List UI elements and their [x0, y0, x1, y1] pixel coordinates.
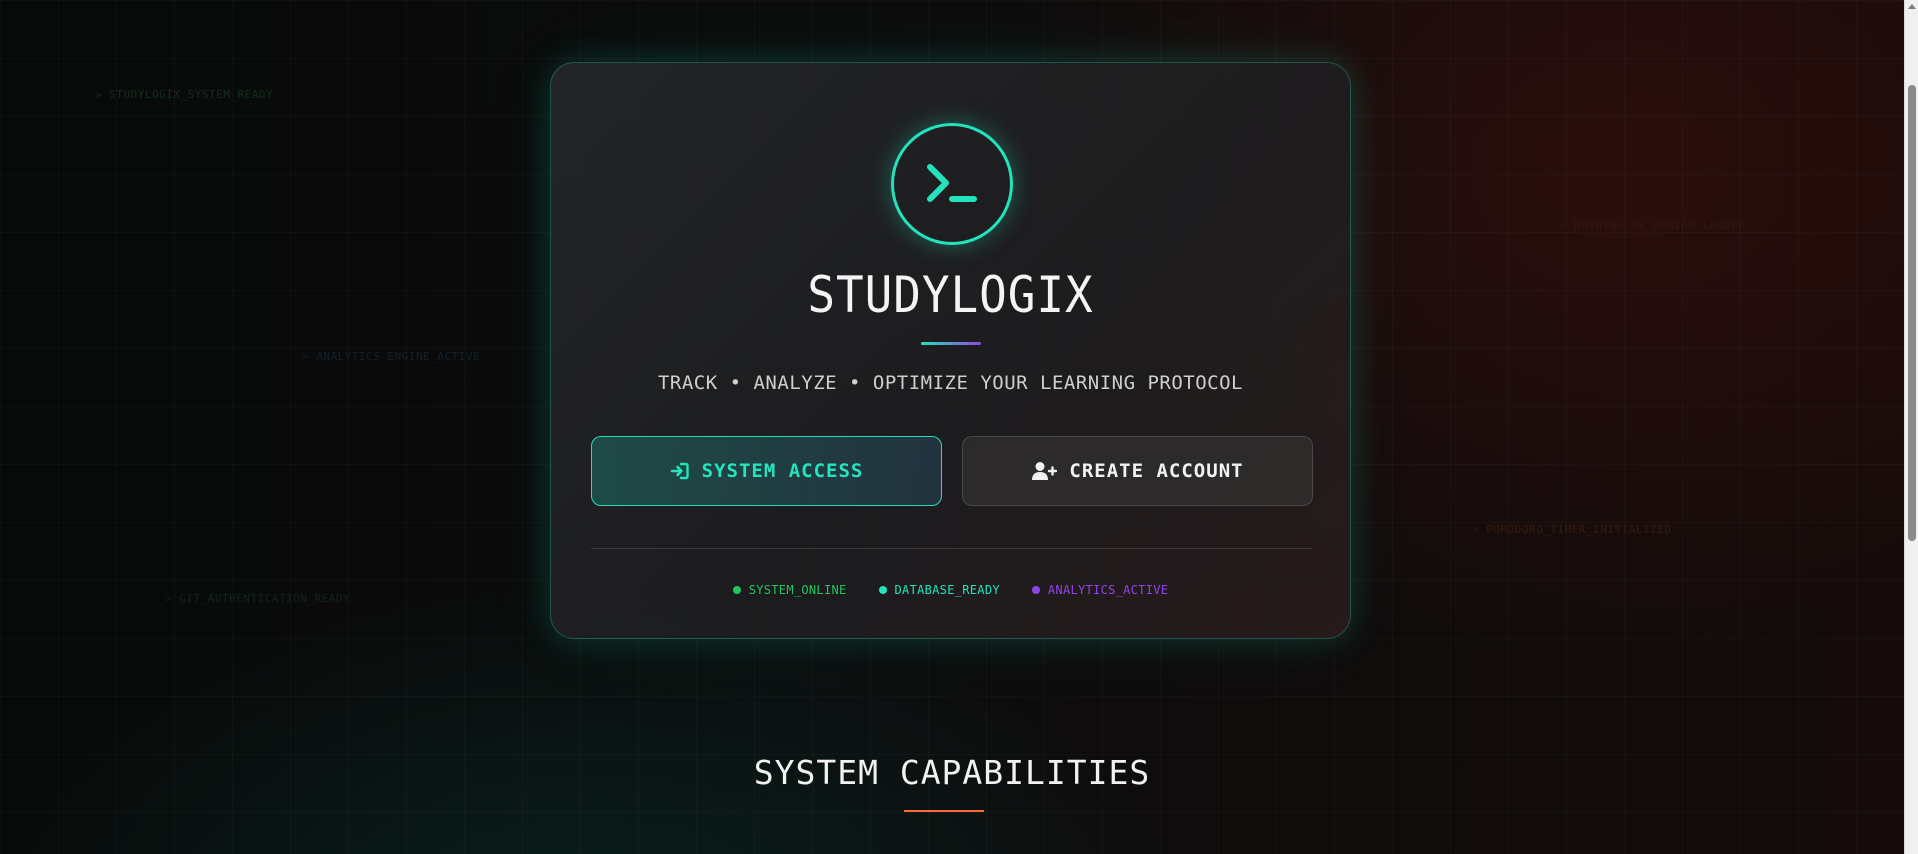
page-viewport: > STUDYLOGIX_SYSTEM_READY > NOTHING_OS_D… — [0, 0, 1904, 854]
brand-title: STUDYLOGIX — [807, 266, 1094, 324]
scrollbar-thumb[interactable] — [1908, 85, 1916, 541]
system-access-button[interactable]: SYSTEM ACCESS — [591, 436, 942, 506]
status-label: SYSTEM_ONLINE — [748, 583, 847, 597]
sign-in-icon — [670, 462, 689, 480]
background-log-line: > GIT_AUTHENTICATION_READY — [165, 592, 351, 605]
terminal-prompt-icon — [927, 164, 977, 202]
background-log-line: > ANALYTICS_ENGINE_ACTIVE — [302, 350, 481, 363]
user-plus-icon — [1032, 462, 1058, 480]
status-label: DATABASE_READY — [894, 583, 1000, 597]
background-log-line: > STUDYLOGIX_SYSTEM_READY — [95, 88, 274, 101]
logo — [891, 123, 1013, 245]
status-database-ready: DATABASE_READY — [878, 583, 1000, 597]
create-account-button[interactable]: CREATE ACCOUNT — [962, 436, 1313, 506]
login-card: STUDYLOGIX TRACK • ANALYZE • OPTIMIZE YO… — [550, 62, 1351, 639]
status-analytics-active: ANALYTICS_ACTIVE — [1031, 583, 1169, 597]
status-label: ANALYTICS_ACTIVE — [1047, 583, 1169, 597]
system-access-label: SYSTEM ACCESS — [701, 460, 864, 482]
background-log-line: > NOTHING_OS_DESIGN_LOADED — [1560, 219, 1746, 232]
create-account-label: CREATE ACCOUNT — [1069, 460, 1244, 482]
status-dot — [1031, 586, 1040, 594]
card-divider — [591, 548, 1312, 549]
scroll-up-arrow-icon[interactable] — [1908, 4, 1916, 9]
background-log-line: > POMODORO_TIMER_INITIALIZED — [1472, 523, 1672, 536]
status-dot — [732, 586, 741, 594]
brand-underline — [921, 342, 981, 345]
vertical-scrollbar[interactable] — [1904, 0, 1918, 854]
status-system-online: SYSTEM_ONLINE — [732, 583, 847, 597]
status-indicators: SYSTEM_ONLINE DATABASE_READY ANALYTICS_A… — [551, 583, 1350, 597]
status-dot — [878, 586, 887, 594]
tagline: TRACK • ANALYZE • OPTIMIZE YOUR LEARNING… — [657, 372, 1243, 394]
section-underline — [904, 810, 984, 812]
section-title: SYSTEM CAPABILITIES — [753, 753, 1151, 792]
